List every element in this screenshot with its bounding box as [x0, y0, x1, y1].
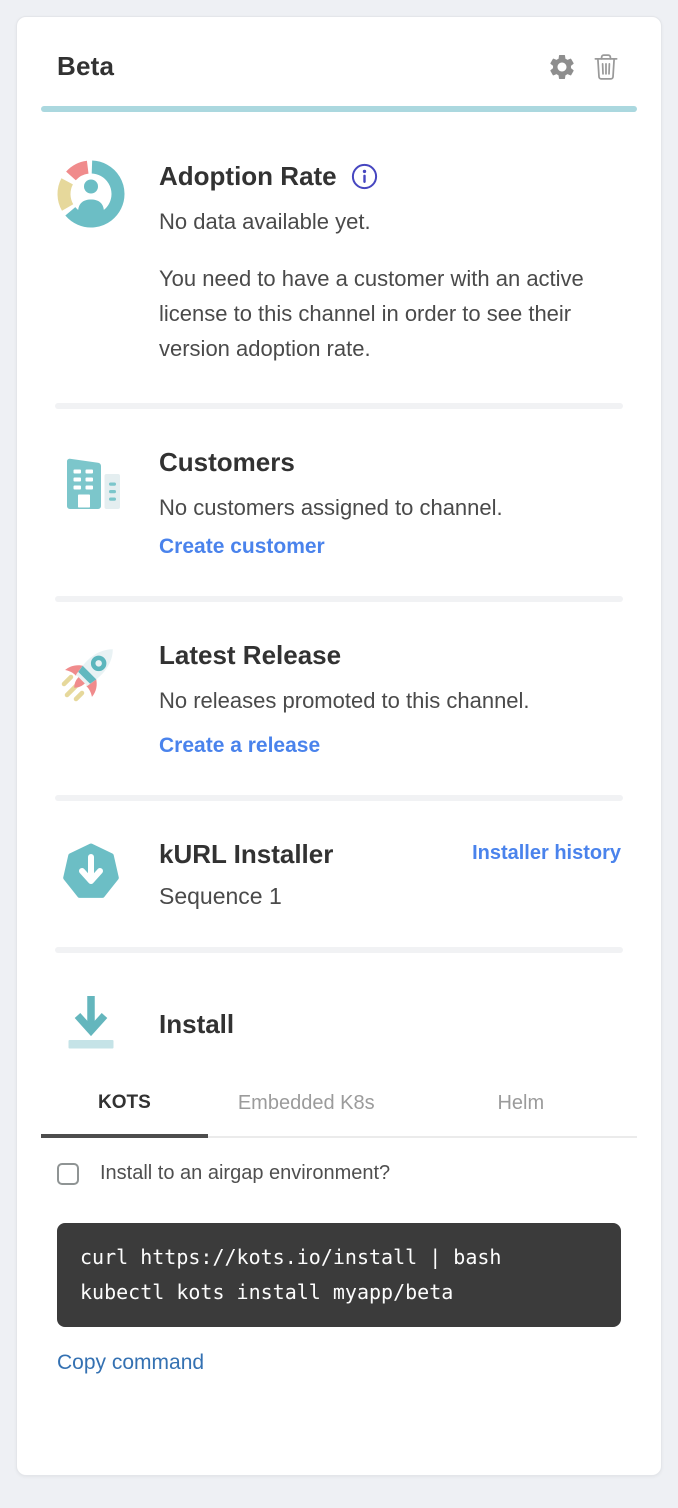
buildings-icon — [57, 446, 125, 514]
kurl-installer-content: kURL Installer Installer history Sequenc… — [159, 838, 621, 911]
section-divider — [55, 795, 623, 801]
adoption-empty-message: No data available yet. — [159, 208, 621, 237]
adoption-rate-section: Adoption Rate No data available yet. You… — [41, 160, 637, 366]
download-arrow-icon — [57, 990, 125, 1058]
tab-helm[interactable]: Helm — [405, 1084, 637, 1136]
tab-embedded-k8s[interactable]: Embedded K8s — [208, 1084, 405, 1136]
install-command-block: curl https://kots.io/install | bashkubec… — [57, 1223, 621, 1327]
command-line: kubectl kots install myapp/beta — [80, 1275, 598, 1310]
airgap-checkbox[interactable] — [57, 1163, 79, 1185]
adoption-rate-title: Adoption Rate — [159, 160, 337, 193]
install-section-header: Install — [41, 990, 637, 1058]
command-line: curl https://kots.io/install | bash — [80, 1240, 598, 1275]
heptagon-download-icon — [57, 838, 125, 906]
release-empty-message: No releases promoted to this channel. — [159, 687, 621, 716]
customers-title: Customers — [159, 446, 621, 479]
customers-section: Customers No customers assigned to chann… — [41, 446, 637, 559]
kurl-installer-section: kURL Installer Installer history Sequenc… — [41, 838, 637, 911]
gear-icon[interactable] — [547, 52, 577, 82]
section-divider — [55, 947, 623, 953]
copy-command-link[interactable]: Copy command — [57, 1351, 204, 1375]
airgap-label: Install to an airgap environment? — [100, 1162, 390, 1185]
card-header: Beta — [41, 51, 637, 82]
airgap-row: Install to an airgap environment? — [41, 1162, 637, 1185]
installer-sequence: Sequence 1 — [159, 883, 621, 910]
channel-title: Beta — [57, 51, 114, 82]
create-customer-link[interactable]: Create customer — [159, 535, 325, 559]
channel-accent-rule — [41, 106, 637, 112]
installer-history-link[interactable]: Installer history — [472, 842, 621, 865]
create-release-link[interactable]: Create a release — [159, 734, 320, 758]
header-actions — [547, 52, 621, 82]
trash-icon[interactable] — [591, 52, 621, 82]
rocket-icon — [57, 639, 125, 707]
latest-release-content: Latest Release No releases promoted to t… — [159, 639, 621, 757]
install-title: Install — [159, 1008, 621, 1041]
adoption-description: You need to have a customer with an acti… — [159, 262, 621, 366]
info-icon[interactable] — [351, 163, 378, 190]
latest-release-title: Latest Release — [159, 639, 621, 672]
tab-kots[interactable]: KOTS — [41, 1084, 208, 1136]
install-tabs: KOTS Embedded K8s Helm — [41, 1084, 637, 1138]
section-divider — [55, 596, 623, 602]
section-divider — [55, 403, 623, 409]
adoption-rate-content: Adoption Rate No data available yet. You… — [159, 160, 621, 366]
donut-user-icon — [57, 160, 125, 228]
customers-empty-message: No customers assigned to channel. — [159, 494, 621, 523]
customers-content: Customers No customers assigned to chann… — [159, 446, 621, 559]
latest-release-section: Latest Release No releases promoted to t… — [41, 639, 637, 757]
channel-card: Beta Adoption — [16, 16, 662, 1476]
kurl-installer-title: kURL Installer — [159, 838, 333, 871]
